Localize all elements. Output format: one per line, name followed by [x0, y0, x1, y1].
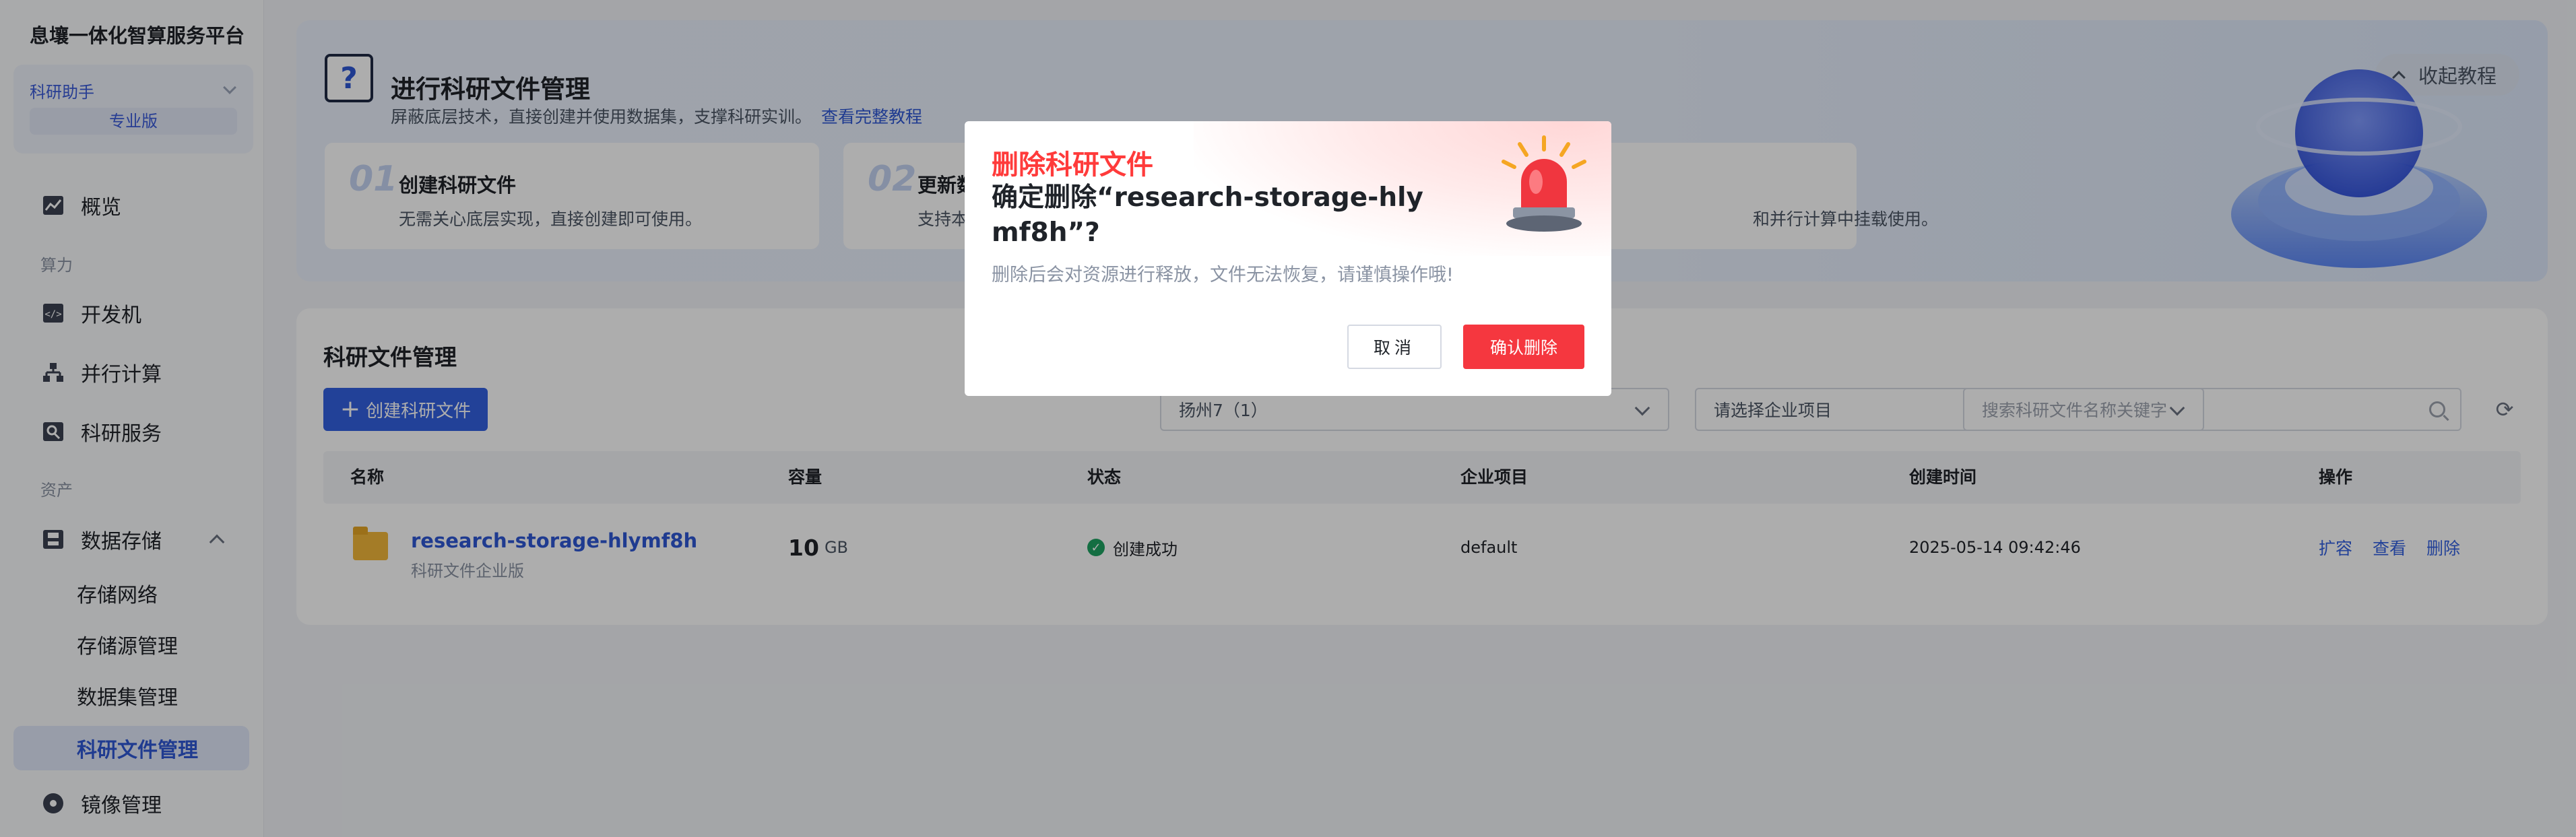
dialog-kicker: 删除科研文件: [992, 149, 1153, 180]
alarm-siren-icon: [1502, 135, 1586, 232]
cancel-button[interactable]: 取消: [1347, 325, 1442, 369]
delete-confirm-dialog: 删除科研文件 确定删除“research-storage-hlymf8h”? 删…: [965, 121, 1611, 396]
confirm-delete-button[interactable]: 确认删除: [1463, 325, 1584, 369]
dialog-title: 确定删除“research-storage-hlymf8h”?: [992, 182, 1423, 248]
dialog-desc: 删除后会对资源进行释放，文件无法恢复，请谨慎操作哦!: [992, 265, 1454, 286]
